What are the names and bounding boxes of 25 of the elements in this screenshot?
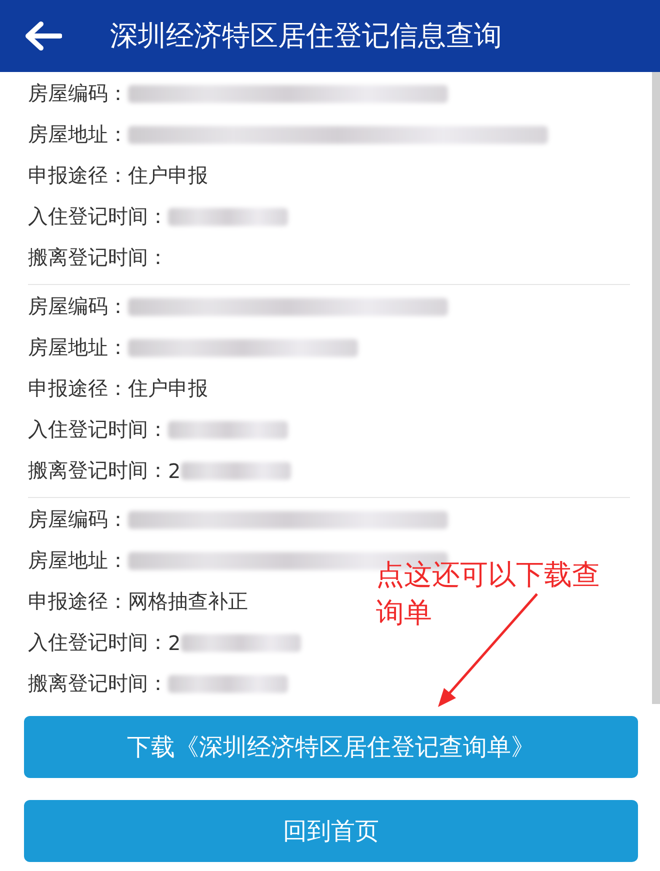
action-button[interactable]: 下载《深圳经济特区居住登记查询单》 — [24, 716, 638, 778]
field-label: 入住登记时间： — [28, 416, 168, 443]
field-label: 房屋地址： — [28, 121, 128, 148]
field-label: 搬离登记时间： — [28, 457, 168, 484]
field-label: 房屋地址： — [28, 547, 128, 574]
field-label: 申报途径： — [28, 162, 128, 189]
field-value: 住户申报 — [128, 162, 208, 189]
field-label: 房屋编码： — [28, 293, 128, 320]
field-label: 入住登记时间： — [28, 629, 168, 656]
field-label: 房屋地址： — [28, 334, 128, 361]
field-label: 房屋编码： — [28, 80, 128, 107]
back-icon[interactable] — [24, 21, 62, 51]
field-label: 搬离登记时间： — [28, 244, 168, 271]
field-value: 2 — [168, 630, 181, 654]
page-title: 深圳经济特区居住登记信息查询 — [110, 18, 502, 54]
field-label: 房屋编码： — [28, 506, 128, 533]
field-label: 入住登记时间： — [28, 203, 168, 230]
annotation-text: 点这还可以下载查询单 — [376, 557, 601, 631]
action-button[interactable]: 回到首页 — [24, 800, 638, 862]
field-label: 搬离登记时间： — [28, 670, 168, 697]
field-value: 网格抽查补正 — [128, 588, 248, 615]
field-label: 申报途径： — [28, 588, 128, 615]
field-label: 申报途径： — [28, 375, 128, 402]
field-value: 住户申报 — [128, 375, 208, 402]
field-value: 2 — [168, 458, 181, 482]
